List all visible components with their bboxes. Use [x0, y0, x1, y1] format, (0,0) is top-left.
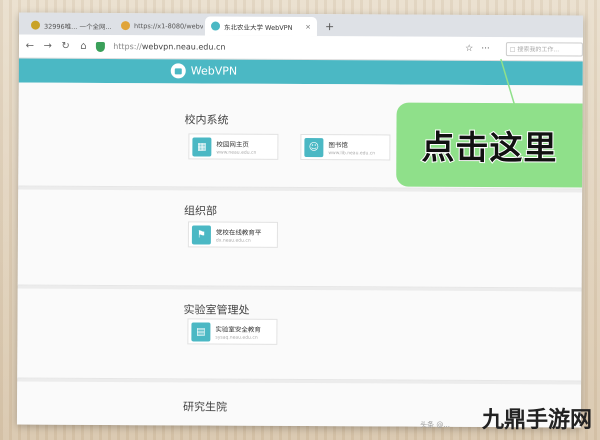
url-scheme: https://	[113, 42, 142, 52]
section-title: 研究生院	[182, 400, 228, 414]
callout-text: 点击这里	[420, 127, 558, 169]
bookmark-star-icon[interactable]: ☆	[465, 43, 473, 53]
home-icon[interactable]: ⌂	[78, 41, 88, 52]
tab-1-label: 32996唯... 一个全网... 精品世界	[43, 22, 113, 31]
section-lab-management: 实验室管理处 ▤ 实验室安全教育 sysaq.neau.edu.cn	[17, 288, 582, 382]
new-tab-button[interactable]: +	[319, 20, 340, 36]
section-title: 校内系统	[184, 113, 229, 127]
section-title: 实验室管理处	[183, 303, 250, 317]
pointer-arrow	[500, 58, 516, 106]
section-title: 组织部	[184, 204, 218, 218]
tab-3-active[interactable]: 东北农业大学 WebVPN ×	[204, 16, 318, 37]
browser-window: 32996唯... 一个全网... 精品世界 × https://x1-8080…	[16, 12, 584, 428]
tab-favicon-icon	[30, 20, 41, 30]
brand-name: WebVPN	[190, 64, 238, 78]
click-here-callout: 点击这里	[396, 102, 583, 188]
card-campus-home[interactable]: ▦ 校园网主页 www.neau.edu.cn	[188, 133, 279, 160]
tab-1[interactable]: 32996唯... 一个全网... 精品世界 ×	[25, 16, 113, 35]
back-icon[interactable]: ←	[25, 41, 35, 52]
card-url: dx.neau.edu.cn	[215, 238, 251, 244]
lab-icon: ▤	[191, 321, 211, 342]
tab-favicon-icon	[120, 21, 131, 31]
lock-icon	[170, 63, 186, 79]
card-name: 校园网主页	[216, 140, 249, 149]
card-name: 图书馆	[328, 140, 348, 149]
tab-2[interactable]: https://x1-8080/webvpn/re... ×	[115, 16, 203, 35]
url-host: webvpn.neau.edu.cn	[141, 42, 226, 52]
flag-icon: ⚑	[191, 224, 211, 245]
card-library[interactable]: ☺ 图书馆 www.lib.neau.edu.cn	[300, 134, 391, 161]
more-menu-icon[interactable]: ···	[481, 43, 490, 53]
brand[interactable]: WebVPN	[170, 63, 238, 79]
card-url: sysaq.neau.edu.cn	[215, 335, 258, 341]
watermark: 九鼎手游网	[481, 408, 592, 433]
card-name: 实验室安全教育	[215, 325, 261, 334]
reload-icon[interactable]: ↻	[61, 41, 71, 52]
card-lab-safety[interactable]: ▤ 实验室安全教育 sysaq.neau.edu.cn	[187, 318, 278, 345]
tab-3-label: 东北农业大学 WebVPN	[223, 23, 293, 32]
forward-icon[interactable]: →	[43, 41, 53, 52]
address-bar[interactable]: https://webvpn.neau.edu.cn	[113, 42, 409, 53]
shield-icon	[96, 41, 106, 52]
card-url: www.lib.neau.edu.cn	[328, 150, 376, 156]
tab-favicon-icon	[210, 21, 221, 31]
close-icon[interactable]: ×	[305, 23, 311, 31]
card-party-school[interactable]: ⚑ 党校在线教育平 dx.neau.edu.cn	[187, 221, 278, 248]
card-name: 党校在线教育平	[215, 228, 262, 237]
watermark-small: 头条 @...	[420, 421, 450, 429]
tab-2-label: https://x1-8080/webvpn/re...	[133, 21, 204, 31]
building-icon: ▦	[192, 136, 212, 157]
section-organization: 组织部 ⚑ 党校在线教育平 dx.neau.edu.cn	[17, 189, 583, 289]
search-input[interactable]: □ 搜索我的工作...	[505, 41, 583, 56]
card-url: www.neau.edu.cn	[216, 150, 257, 156]
people-icon: ☺	[304, 137, 324, 157]
tab-strip: 32996唯... 一个全网... 精品世界 × https://x1-8080…	[18, 12, 584, 38]
